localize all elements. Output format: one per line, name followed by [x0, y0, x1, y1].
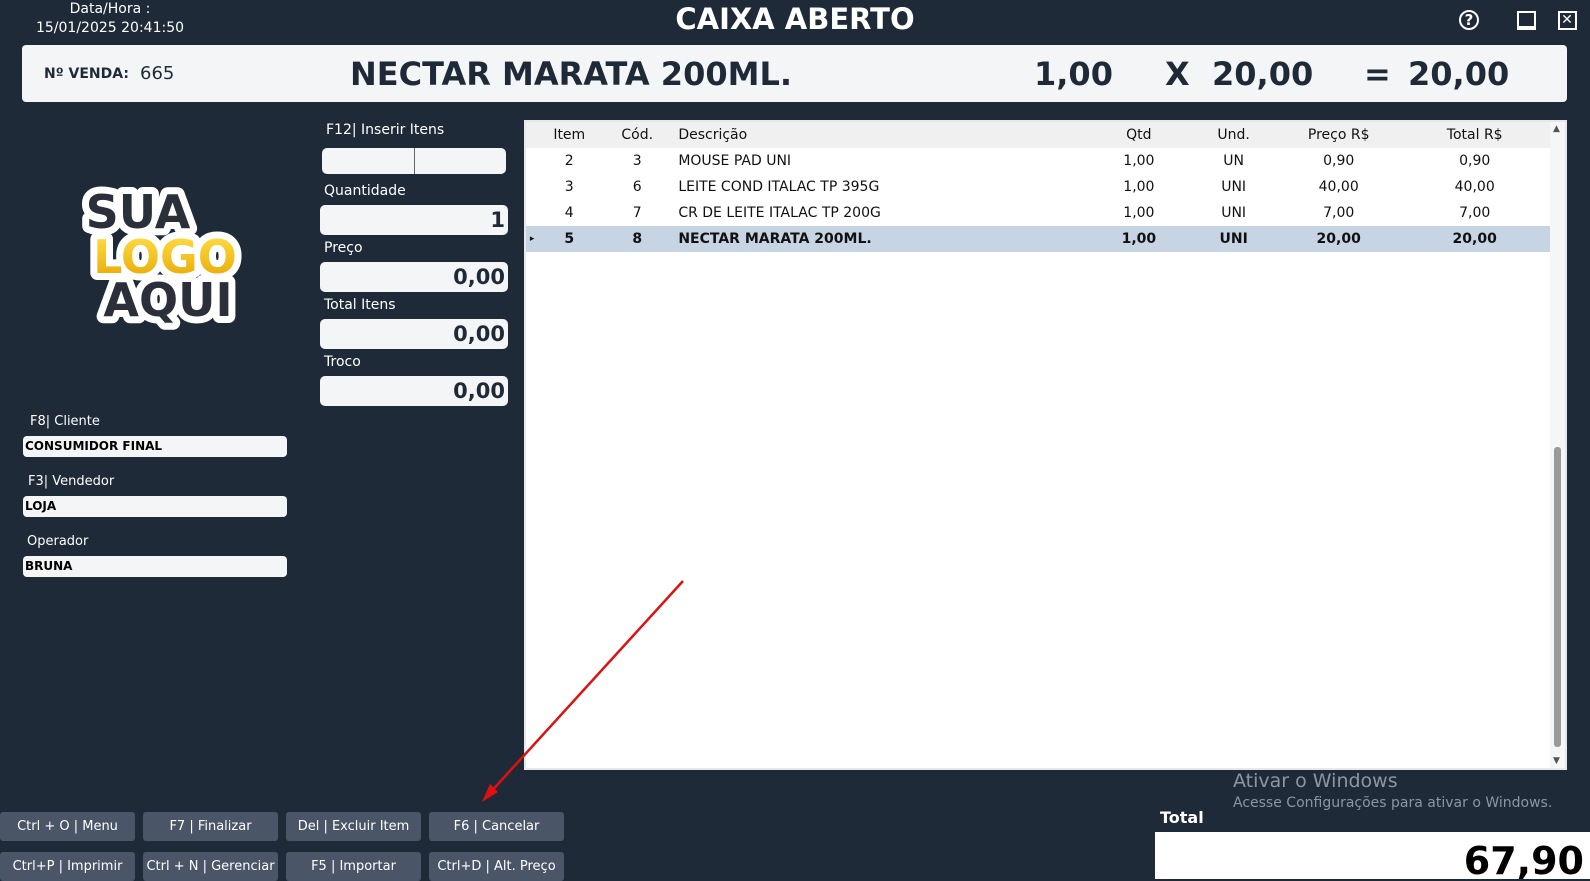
insert-items-input[interactable] [322, 148, 506, 174]
col-qty[interactable]: Qtd [1091, 122, 1187, 148]
insert-items-label: F12| Inserir Itens [326, 122, 445, 138]
cell-total: 7,00 [1459, 205, 1491, 221]
windows-watermark-text: Acesse Configurações para ativar o Windo… [1233, 795, 1553, 811]
sale-number-label: Nº VENDA: [44, 65, 129, 82]
total-items-field: 0,00 [320, 319, 508, 349]
minimize-icon [1516, 10, 1536, 30]
scrollbar-thumb[interactable] [1554, 447, 1561, 747]
cell-description: LEITE COND ITALAC TP 395G [678, 179, 880, 195]
cell-qty: 1,00 [1123, 153, 1155, 169]
cell-price: 40,00 [1318, 179, 1359, 195]
operator-label: Operador [27, 534, 89, 549]
close-button[interactable]: ✕ [1555, 8, 1579, 32]
cancel-button[interactable]: F6 | Cancelar [429, 812, 564, 841]
cell-description: NECTAR MARATA 200ML. [674, 226, 1092, 252]
col-item[interactable]: Item [538, 122, 601, 148]
alter-price-button[interactable]: Ctrl+D | Alt. Preço [429, 852, 564, 881]
cell-description: CR DE LEITE ITALAC TP 200G [678, 205, 881, 221]
client-field[interactable]: CONSUMIDOR FINAL [23, 436, 287, 457]
cell-total: 0,90 [1459, 153, 1491, 169]
col-unit[interactable]: Und. [1186, 122, 1282, 148]
row-indicator-icon: ▸ [526, 226, 539, 252]
change-label: Troco [324, 354, 361, 370]
finalize-button[interactable]: F7 | Finalizar [143, 812, 278, 841]
help-button[interactable]: ? [1457, 8, 1481, 32]
cell-price: 0,90 [1323, 153, 1355, 169]
current-item-bar: Nº VENDA: 665 NECTAR MARATA 200ML. 1,00 … [22, 45, 1567, 102]
cell-code: 6 [632, 179, 642, 195]
items-grid[interactable]: Item Cód. Descrição Qtd Und. Preço R$ To… [524, 120, 1567, 770]
close-icon: ✕ [1557, 10, 1577, 30]
cell-unit: UNI [1221, 205, 1247, 221]
insert-code-field[interactable] [322, 148, 415, 174]
total-label: Total [1160, 808, 1204, 827]
cell-item: 5 [538, 226, 601, 252]
cell-total: 40,00 [1454, 179, 1495, 195]
seller-field[interactable]: LOJA [23, 496, 287, 517]
col-price[interactable]: Preço R$ [1281, 122, 1397, 148]
cell-item: 3 [564, 179, 574, 195]
minimize-button[interactable] [1514, 8, 1538, 32]
change-field: 0,00 [320, 376, 508, 406]
cell-qty: 1,00 [1091, 226, 1187, 252]
operator-field: BRUNA [23, 556, 287, 577]
cell-total: 20,00 [1396, 226, 1553, 252]
company-logo: SUA SUA LOGO LOGO AQUI AQUI [79, 180, 244, 330]
price-label: Preço [324, 240, 363, 256]
delete-item-button[interactable]: Del | Excluir Item [286, 812, 421, 841]
quantity-field[interactable]: 1 [320, 205, 508, 235]
total-value: 67,90 [1155, 832, 1590, 879]
equals-sign: = [1364, 54, 1391, 93]
cell-qty: 1,00 [1123, 205, 1155, 221]
current-item-qty: 1,00 [1034, 54, 1113, 93]
cell-unit: UN [1223, 153, 1244, 169]
total-items-label: Total Itens [324, 297, 396, 313]
manage-button[interactable]: Ctrl + N | Gerenciar [143, 852, 278, 881]
client-label: F8| Cliente [30, 414, 100, 429]
cell-item: 2 [564, 153, 574, 169]
table-row-selected[interactable]: ▸ 5 8 NECTAR MARATA 200ML. 1,00 UNI 20,0… [526, 226, 1553, 252]
import-button[interactable]: F5 | Importar [286, 852, 421, 881]
cell-code: 7 [632, 205, 642, 221]
windows-watermark-title: Ativar o Windows [1233, 770, 1398, 792]
scroll-up-icon[interactable]: ▲ [1553, 124, 1560, 134]
print-button[interactable]: Ctrl+P | Imprimir [0, 852, 135, 881]
question-circle-icon: ? [1459, 10, 1479, 30]
grid-header-row: Item Cód. Descrição Qtd Und. Preço R$ To… [526, 122, 1553, 148]
sale-number: 665 [140, 63, 175, 84]
cell-price: 7,00 [1323, 205, 1355, 221]
menu-button[interactable]: Ctrl + O | Menu [0, 812, 135, 841]
cell-code: 8 [600, 226, 675, 252]
col-code[interactable]: Cód. [600, 122, 675, 148]
table-row[interactable]: 4 7 CR DE LEITE ITALAC TP 200G 1,00 UNI … [526, 200, 1553, 226]
scroll-down-icon[interactable]: ▼ [1553, 756, 1560, 766]
cell-price: 20,00 [1281, 226, 1397, 252]
seller-label: F3| Vendedor [28, 474, 115, 489]
vertical-scrollbar[interactable]: ▲ ▼ [1550, 122, 1565, 768]
price-field[interactable]: 0,00 [320, 262, 508, 292]
quantity-label: Quantidade [324, 183, 406, 199]
page-title: CAIXA ABERTO [675, 2, 915, 36]
col-total[interactable]: Total R$ [1396, 122, 1553, 148]
table-row[interactable]: 3 6 LEITE COND ITALAC TP 395G 1,00 UNI 4… [526, 174, 1553, 200]
current-item-total: 20,00 [1408, 54, 1510, 93]
multiply-sign: X [1165, 54, 1190, 93]
cell-code: 3 [632, 153, 642, 169]
table-row[interactable]: 2 3 MOUSE PAD UNI 1,00 UN 0,90 0,90 [526, 148, 1553, 174]
logo-text-3: AQUI [103, 273, 232, 327]
cell-unit: UNI [1221, 179, 1247, 195]
cell-qty: 1,00 [1123, 179, 1155, 195]
cell-unit: UNI [1186, 226, 1282, 252]
current-item-price: 20,00 [1212, 54, 1314, 93]
current-item-description: NECTAR MARATA 200ML. [350, 54, 792, 93]
cell-description: MOUSE PAD UNI [678, 153, 792, 169]
cell-item: 4 [564, 205, 574, 221]
col-description[interactable]: Descrição [674, 122, 1092, 148]
